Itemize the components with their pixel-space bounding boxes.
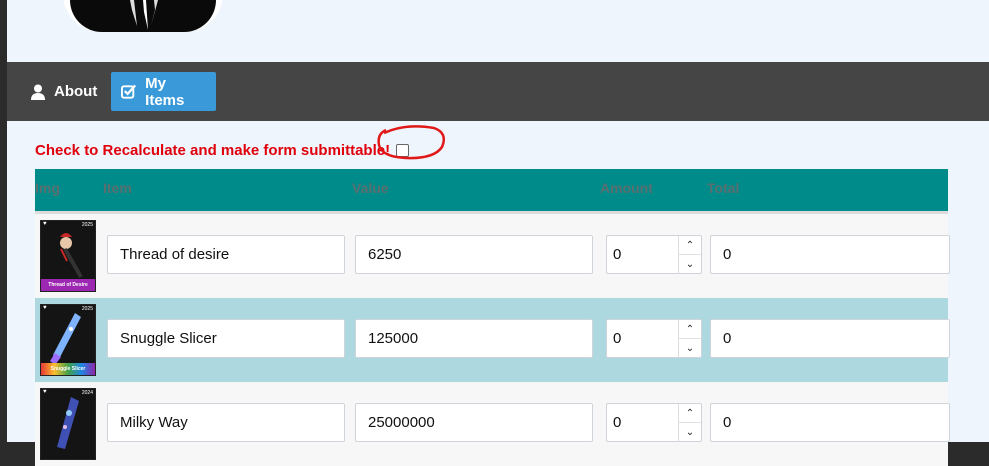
stepper-up-icon[interactable]: ⌃ (679, 404, 701, 422)
item-value-field[interactable]: 25000000 (355, 403, 593, 442)
amount-stepper[interactable]: 0 ⌃ ⌄ (606, 403, 702, 442)
thumb-caption: Thread of Desire (41, 279, 95, 291)
item-value-field[interactable]: 125000 (355, 319, 593, 358)
stepper-up-icon[interactable]: ⌃ (679, 236, 701, 254)
nav-about-label: About (54, 83, 98, 100)
header-total: Total (707, 180, 740, 196)
header-img: Img (35, 180, 60, 196)
stepper-down-icon[interactable]: ⌄ (679, 338, 701, 357)
amount-value: 0 (613, 330, 622, 347)
nav-about[interactable]: About (21, 72, 117, 111)
page: About My Items Check to Recalculate and … (7, 0, 989, 466)
thumb-caption: Snuggle Slicer (41, 363, 95, 375)
site-logo (63, 0, 223, 32)
total-field[interactable]: 0 (710, 235, 950, 274)
amount-stepper[interactable]: 0 ⌃ ⌄ (606, 319, 702, 358)
item-thumbnail: ♥ 2025 Snuggle Slicer (40, 304, 96, 376)
stepper-down-icon[interactable]: ⌄ (679, 254, 701, 273)
amount-value: 0 (613, 414, 622, 431)
amount-value: 0 (613, 246, 622, 263)
table-row: ♥ 2024 Milky Way 25000000 0 ⌃ ⌄ 0 (35, 382, 950, 466)
stepper-up-icon[interactable]: ⌃ (679, 320, 701, 338)
table-row: ♥ 2025 Thread of Desire Thread of desire… (35, 214, 950, 298)
item-name-field[interactable]: Snuggle Slicer (107, 319, 345, 358)
recalc-row: Check to Recalculate and make form submi… (35, 141, 410, 159)
stepper-down-icon[interactable]: ⌄ (679, 422, 701, 441)
recalc-checkbox[interactable] (396, 143, 410, 157)
user-icon (31, 84, 45, 100)
header-value: Value (352, 180, 389, 196)
nav-my-items-label: My Items (145, 74, 185, 109)
table-header: Img Item Value Amount Total (35, 169, 948, 214)
item-thumbnail: ♥ 2024 (40, 388, 96, 460)
total-field[interactable]: 0 (710, 403, 950, 442)
total-field[interactable]: 0 (710, 319, 950, 358)
item-value-field[interactable]: 6250 (355, 235, 593, 274)
item-thumbnail: ♥ 2025 Thread of Desire (40, 220, 96, 292)
header-amount: Amount (600, 180, 653, 196)
item-name-field[interactable]: Milky Way (107, 403, 345, 442)
amount-stepper[interactable]: 0 ⌃ ⌄ (606, 235, 702, 274)
main-navbar: About My Items (7, 62, 989, 121)
header-item: Item (103, 180, 132, 196)
recalc-label: Check to Recalculate and make form submi… (35, 141, 391, 159)
nav-my-items[interactable]: My Items (111, 72, 216, 111)
checked-box-icon (121, 84, 137, 99)
table-row: ♥ 2025 Snuggle Slicer Snuggle Slicer 125… (35, 298, 950, 382)
item-name-field[interactable]: Thread of desire (107, 235, 345, 274)
